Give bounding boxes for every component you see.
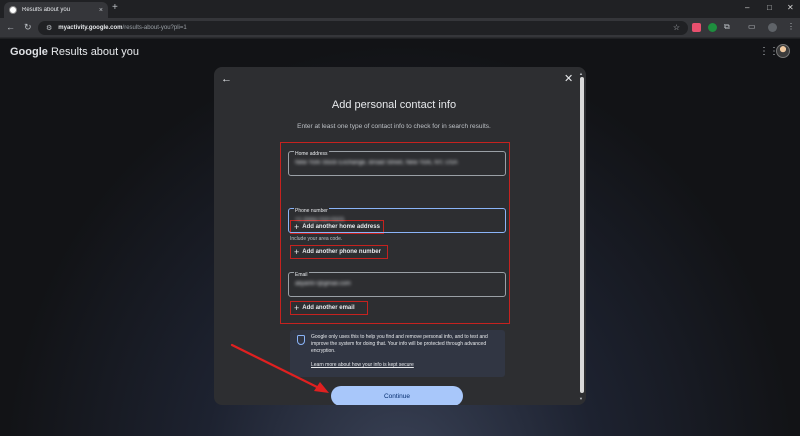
account-avatar[interactable]: [776, 44, 790, 58]
plus-icon: +: [294, 246, 300, 257]
url-host: myactivity.google.com: [58, 25, 123, 31]
learn-more-link[interactable]: Learn more about how your info is kept s…: [311, 362, 414, 368]
home-address-label: Home address: [294, 151, 329, 158]
profile-avatar[interactable]: [768, 23, 777, 32]
page-background: Google Results about you ⋮⋮ ← ✕ Add pers…: [0, 39, 800, 436]
phone-number-label: Phone number: [294, 208, 329, 215]
scroll-down-icon[interactable]: ▼: [579, 396, 583, 401]
back-arrow-icon[interactable]: ←: [221, 73, 232, 85]
home-address-value: New York Stock Exchange, Broad Street, N…: [295, 160, 458, 166]
home-address-field[interactable]: Home address New York Stock Exchange, Br…: [288, 151, 506, 176]
google-logo-text: Google: [10, 46, 48, 58]
shield-icon: [297, 335, 305, 345]
phone-number-field[interactable]: Phone number +1 (555) 010-0101: [288, 208, 506, 233]
add-email-label: Add another email: [302, 305, 355, 311]
reload-icon[interactable]: ↻: [24, 22, 32, 33]
maximize-button[interactable]: □: [767, 3, 772, 12]
menu-kebab-icon[interactable]: ⋮: [787, 22, 795, 31]
email-value: aliyan97@gmail.com: [295, 281, 351, 287]
continue-button[interactable]: Continue: [331, 386, 463, 405]
add-email-button[interactable]: + Add another email: [290, 301, 368, 315]
address-bar[interactable]: ⚙ myactivity.google.com/results-about-yo…: [38, 21, 688, 35]
dialog-title: Add personal contact info: [331, 99, 457, 111]
url-text: myactivity.google.com/results-about-you?…: [58, 25, 186, 31]
extension-grammar-icon[interactable]: [708, 23, 717, 32]
tab-strip: Results about you × + – □ ✕: [0, 0, 800, 18]
scroll-thumb[interactable]: [580, 77, 584, 393]
site-info-icon[interactable]: ⚙: [46, 24, 52, 32]
page-header-title: Google Results about you: [10, 46, 139, 58]
dialog-subtitle: Enter at least one type of contact info …: [297, 123, 491, 130]
browser-toolbar: ← ↻ ⚙ myactivity.google.com/results-abou…: [0, 18, 800, 38]
new-tab-button[interactable]: +: [112, 2, 118, 13]
email-field[interactable]: Email aliyan97@gmail.com: [288, 272, 506, 297]
back-icon[interactable]: ←: [6, 22, 15, 32]
email-label: Email: [294, 272, 309, 279]
add-phone-number-button[interactable]: + Add another phone number: [290, 245, 388, 259]
scroll-up-icon[interactable]: ▲: [579, 71, 583, 76]
contact-info-dialog: ← ✕ Add personal contact info Enter at l…: [214, 67, 586, 405]
close-icon[interactable]: ✕: [564, 72, 573, 85]
minimize-button[interactable]: –: [745, 3, 749, 12]
plus-icon: +: [294, 302, 300, 313]
close-window-button[interactable]: ✕: [787, 3, 794, 12]
url-path: /results-about-you?pli=1: [122, 25, 187, 31]
cast-icon[interactable]: ▭: [748, 22, 756, 31]
phone-number-value: +1 (555) 010-0101: [295, 217, 345, 223]
tab-close-icon[interactable]: ×: [99, 7, 103, 14]
add-phone-number-label: Add another phone number: [302, 249, 381, 255]
extension-icon[interactable]: [692, 23, 701, 32]
google-favicon-icon: [9, 6, 17, 14]
privacy-notice-text: Google only uses this to help you find a…: [311, 334, 488, 354]
phone-helper-text: Include your area code.: [290, 236, 343, 242]
product-name: Results about you: [50, 46, 140, 58]
tab-results-about-you[interactable]: Results about you ×: [4, 2, 108, 18]
scrollbar[interactable]: ▲ ▼: [579, 71, 584, 401]
extensions-puzzle-icon[interactable]: ⧉: [724, 22, 730, 32]
bookmark-star-icon[interactable]: ☆: [673, 23, 680, 32]
privacy-notice: Google only uses this to help you find a…: [290, 330, 505, 377]
tab-title: Results about you: [22, 7, 71, 13]
